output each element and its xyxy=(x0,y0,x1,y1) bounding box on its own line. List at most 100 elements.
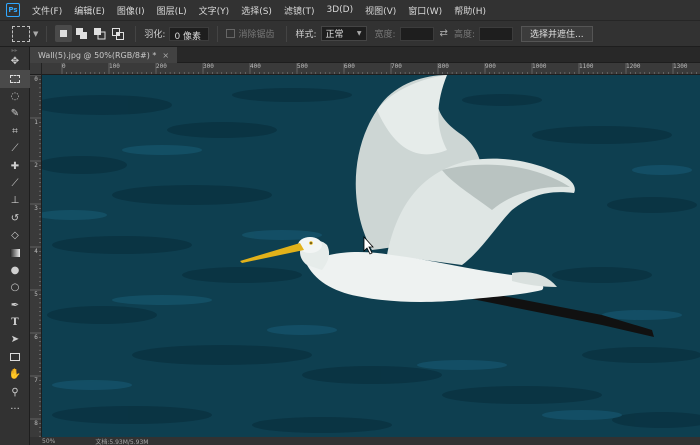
swap-dimensions-icon[interactable]: ⇄ xyxy=(440,28,448,39)
style-select[interactable]: 正常 ▼ xyxy=(320,26,367,41)
style-label: 样式: xyxy=(295,30,317,40)
rectangle-icon[interactable] xyxy=(0,349,30,366)
ruler-left-label: 2 xyxy=(34,162,38,169)
brush-icon[interactable]: ⟋ xyxy=(0,175,30,192)
move-icon[interactable]: ✥ xyxy=(0,53,30,70)
ruler-top-label: 100 xyxy=(109,63,120,70)
subtract-selection-shape xyxy=(93,27,106,39)
lasso-icon[interactable]: ◌ xyxy=(0,88,30,105)
style-select-value: 正常 xyxy=(325,30,344,40)
antialias-label: 消除锯齿 xyxy=(238,30,275,40)
menu-help[interactable]: 帮助(H) xyxy=(454,4,486,17)
ruler-top-label: 400 xyxy=(250,63,261,70)
intersect-selection-icon[interactable] xyxy=(109,25,126,42)
marquee-icon[interactable] xyxy=(0,70,30,88)
document-tab-label: Wall(5).jpg @ 50%(RGB/8#) * xyxy=(38,50,157,60)
quick-select-icon[interactable]: ✎ xyxy=(0,105,30,122)
ruler-top-label: 600 xyxy=(344,63,355,70)
menu-image[interactable]: 图像(I) xyxy=(117,4,145,17)
menu-edit[interactable]: 编辑(E) xyxy=(74,4,105,17)
zoom-icon[interactable]: ⚲ xyxy=(0,383,30,400)
ruler-top-label: 1100 xyxy=(579,63,594,70)
document-tab-bar: Wall(5).jpg @ 50%(RGB/8#) * × xyxy=(30,47,700,63)
blur-icon[interactable]: ● xyxy=(0,262,30,279)
height-input[interactable] xyxy=(478,26,513,41)
ruler-left-label: 5 xyxy=(34,291,38,298)
ruler-top-label: 500 xyxy=(297,63,308,70)
more-icon[interactable]: ··· xyxy=(0,401,30,418)
ruler-origin[interactable] xyxy=(30,63,42,75)
clone-stamp-icon[interactable]: ⊥ xyxy=(0,192,30,209)
add-to-selection-icon[interactable] xyxy=(73,25,90,42)
intersect-selection-shape xyxy=(111,27,124,40)
ruler-top-label: 200 xyxy=(156,63,167,70)
history-brush-icon[interactable]: ↺ xyxy=(0,210,30,227)
horizontal-ruler-ticks xyxy=(61,63,697,74)
document-tab[interactable]: Wall(5).jpg @ 50%(RGB/8#) * × xyxy=(30,47,178,63)
ruler-left-label: 3 xyxy=(34,205,38,212)
width-label: 宽度: xyxy=(374,30,396,40)
antialias-checkbox[interactable] xyxy=(226,29,236,38)
menu-3d[interactable]: 3D(D) xyxy=(326,5,353,15)
ruler-left-label: 1 xyxy=(34,119,38,126)
new-selection-icon[interactable] xyxy=(55,25,73,42)
ruler-top-label: 1000 xyxy=(532,63,547,70)
ruler-left-label: 4 xyxy=(34,248,38,255)
ruler-top-label: 900 xyxy=(485,63,496,70)
ruler-left-label: 6 xyxy=(34,334,38,341)
feather-input[interactable]: 0 像素 xyxy=(169,26,210,42)
document-size-info[interactable]: 文档:5.93M/5.93M xyxy=(95,437,148,445)
select-and-mask-button[interactable]: 选择并遮住... xyxy=(520,25,593,42)
close-icon[interactable]: × xyxy=(162,51,169,60)
menu-layer[interactable]: 图层(L) xyxy=(157,4,187,17)
gradient-icon[interactable] xyxy=(0,244,30,261)
divider xyxy=(135,25,137,42)
divider xyxy=(217,25,219,42)
photoshop-window: Ps 文件(F) 编辑(E) 图像(I) 图层(L) 文字(Y) 选择(S) 滤… xyxy=(0,0,700,445)
ruler-top-label: 300 xyxy=(203,63,214,70)
menu-bar: Ps 文件(F) 编辑(E) 图像(I) 图层(L) 文字(Y) 选择(S) 滤… xyxy=(0,0,700,20)
menu-select[interactable]: 选择(S) xyxy=(241,4,272,17)
chevron-down-icon[interactable]: ▼ xyxy=(33,30,38,38)
crop-icon[interactable]: ⌗ xyxy=(0,123,30,140)
ruler-left-label: 0 xyxy=(34,76,38,83)
dodge-icon[interactable]: ○ xyxy=(0,279,30,296)
ruler-top-label: 700 xyxy=(391,63,402,70)
height-label: 高度: xyxy=(453,30,475,40)
menu-view[interactable]: 视图(V) xyxy=(365,4,396,17)
hand-icon[interactable]: ✋ xyxy=(0,366,30,383)
chevron-down-icon: ▼ xyxy=(356,30,362,37)
eraser-icon[interactable]: ◇ xyxy=(0,227,30,244)
feather-label: 羽化: xyxy=(144,30,166,40)
photoshop-logo[interactable]: Ps xyxy=(6,3,20,17)
menu-window[interactable]: 窗口(W) xyxy=(408,4,442,17)
width-input[interactable] xyxy=(399,26,434,41)
path-select-icon[interactable]: ➤ xyxy=(0,331,30,348)
add-selection-shape xyxy=(75,27,87,39)
divider xyxy=(46,25,48,42)
menu-filter[interactable]: 滤镜(T) xyxy=(284,4,315,17)
eyedropper-icon[interactable]: ⟋ xyxy=(0,140,30,157)
zoom-level[interactable]: 50% xyxy=(42,438,55,445)
tool-preset-marquee-icon[interactable] xyxy=(12,25,30,42)
horizontal-ruler[interactable]: 0 100 200 300 400 500 600 700 800 900 10… xyxy=(42,63,700,75)
menu-type[interactable]: 文字(Y) xyxy=(199,4,230,17)
divider xyxy=(286,25,288,42)
ruler-left-label: 7 xyxy=(34,377,38,384)
healing-brush-icon[interactable]: ✚ xyxy=(0,157,30,174)
options-bar: ▼ 羽化: 0 像素 消除锯齿 样式: 正常 ▼ 宽度: ⇄ 高度: 选择并遮住… xyxy=(0,20,700,47)
subtract-from-selection-icon[interactable] xyxy=(91,25,108,42)
vertical-ruler[interactable]: 0 1 2 3 4 5 6 7 8 xyxy=(30,75,42,437)
ruler-top-label: 1200 xyxy=(626,63,641,70)
ruler-left-label: 8 xyxy=(34,420,38,427)
toolbar: ▸▸ ✥ ◌ ✎ ⌗ ⟋ ✚ ⟋ ⊥ ↺ ◇ ● ○ ✒ T ➤ ✋ ⚲ ··· xyxy=(0,47,30,445)
egret-photo xyxy=(42,75,700,437)
pen-icon[interactable]: ✒ xyxy=(0,296,30,313)
menu-file[interactable]: 文件(F) xyxy=(32,4,62,17)
ruler-top-label: 0 xyxy=(62,63,66,70)
ruler-top-label: 1300 xyxy=(673,63,688,70)
document-canvas[interactable] xyxy=(42,75,700,437)
status-bar: 50% 文档:5.93M/5.93M xyxy=(30,437,700,445)
type-icon[interactable]: T xyxy=(0,314,30,331)
ruler-top-label: 800 xyxy=(438,63,449,70)
